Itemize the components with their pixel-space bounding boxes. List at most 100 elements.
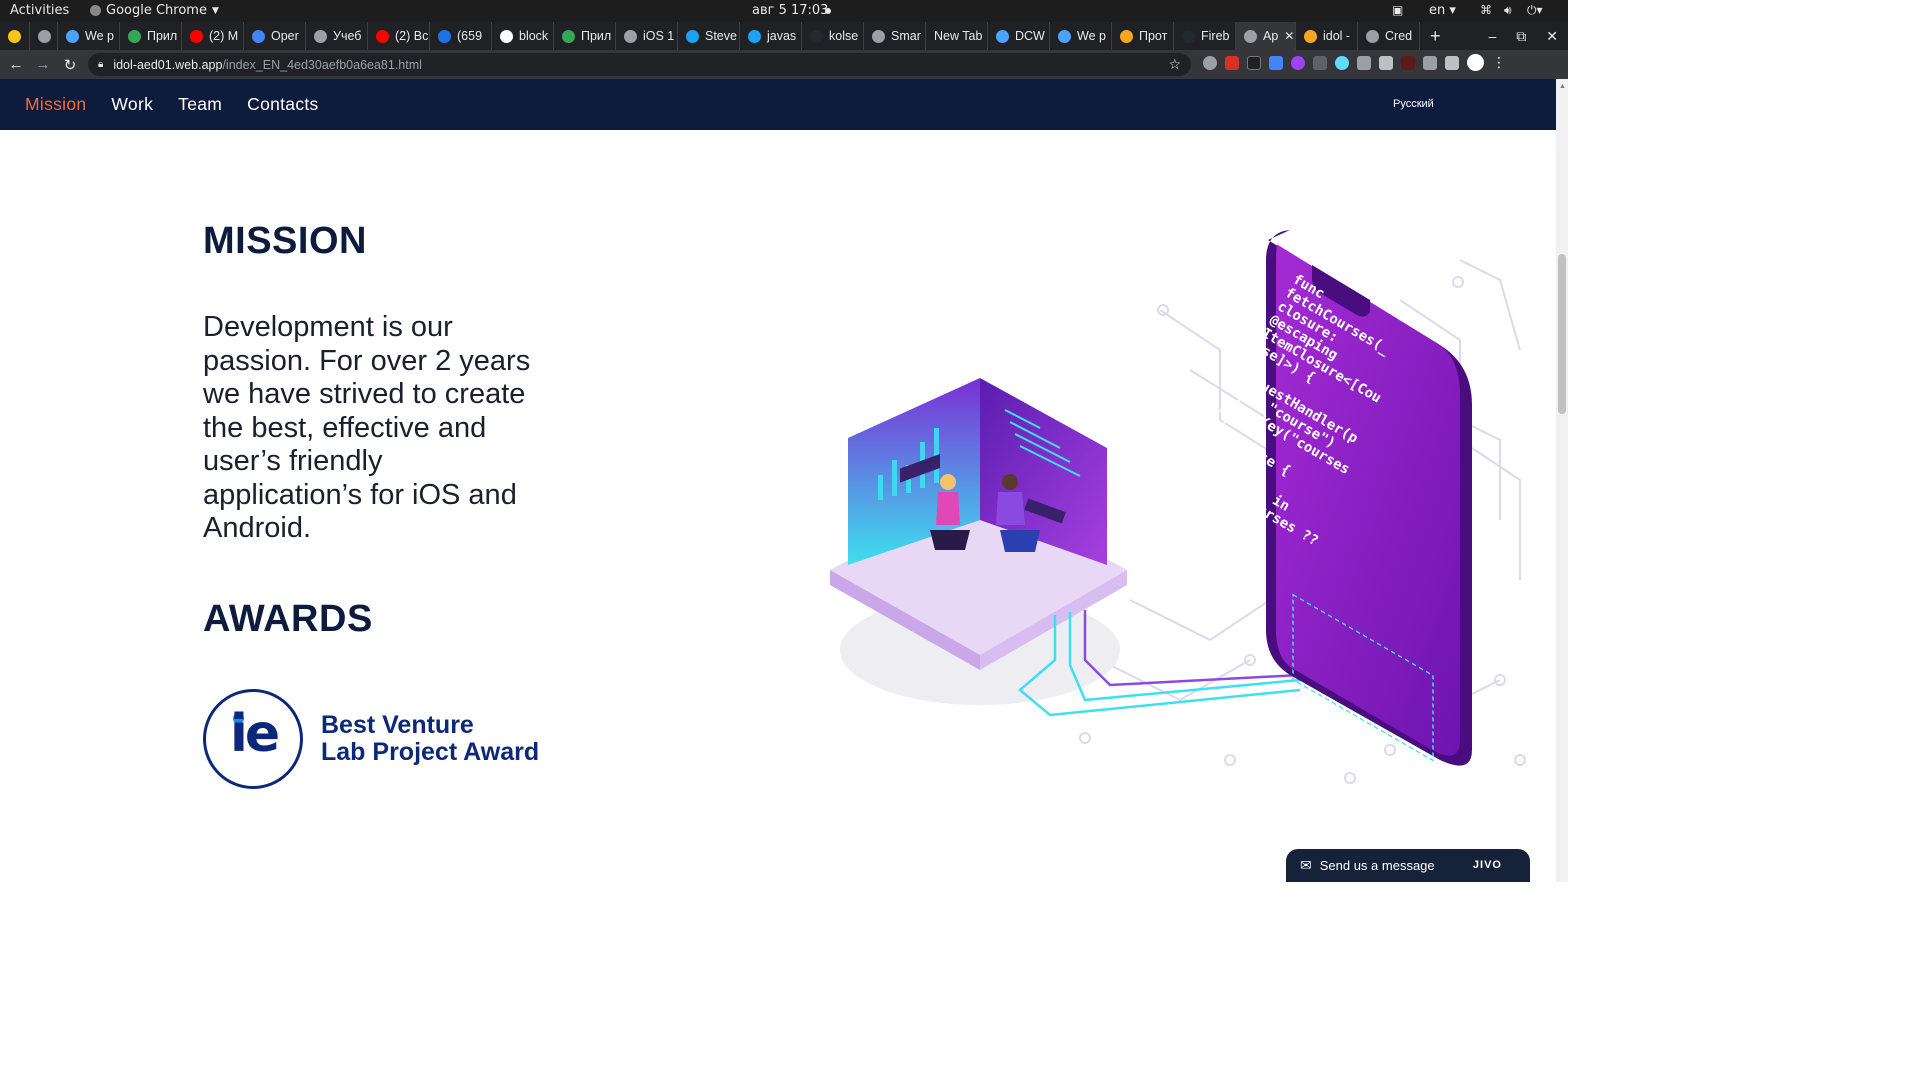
browser-tab[interactable]: (2) M (182, 22, 244, 50)
language-label: en (1429, 3, 1446, 18)
browser-tab[interactable] (30, 22, 58, 50)
tab-strip: We p Прил (2) M Oper Учеб (2) Bc (659 block Прил… (0, 22, 1568, 50)
menu-kebab-icon[interactable]: ⋮ (1492, 54, 1506, 71)
adblock-icon[interactable] (1225, 55, 1239, 70)
extension-card-icon[interactable] (1357, 55, 1371, 70)
tab-label: DCW (1015, 29, 1045, 43)
tab-favicon-icon (38, 29, 51, 43)
url-host: idol-aed01.web.app (113, 57, 223, 72)
site-nav-links: Mission Work Team Contacts (25, 94, 344, 115)
tab-label: Прил (581, 29, 612, 43)
tab-label: iOS 1 (643, 29, 675, 43)
shield-icon[interactable] (1313, 55, 1327, 70)
back-arrow-icon[interactable]: ← (5, 56, 27, 73)
tab-label: Fireb (1201, 29, 1230, 43)
language-indicator[interactable]: en ▾ (1429, 3, 1456, 18)
tab-favicon-icon (1366, 29, 1379, 43)
tab-favicon-icon (562, 29, 575, 43)
browser-tab[interactable]: We p (58, 22, 120, 50)
nav-link-contacts[interactable]: Contacts (247, 94, 318, 115)
tab-label: (2) M (209, 29, 239, 43)
browser-tab[interactable]: (2) Bc (368, 22, 430, 50)
nav-link-mission[interactable]: Mission (25, 94, 86, 115)
browser-tab[interactable]: idol - (1296, 22, 1358, 50)
extensions-area: ⋮ (1203, 54, 1506, 71)
award-title: Best Venture Lab Project Award (321, 712, 539, 766)
chrome-icon (90, 5, 101, 16)
tab-label: Прил (147, 29, 178, 43)
browser-tab[interactable]: DCW (988, 22, 1050, 50)
browser-tab[interactable]: New Tab (926, 22, 988, 50)
nav-link-work[interactable]: Work (111, 94, 153, 115)
browser-tab[interactable]: Прот (1112, 22, 1174, 50)
tab-label: idol - (1323, 29, 1351, 43)
tab-label: javas (767, 29, 797, 43)
browser-tab[interactable]: Ap ✕ (1236, 22, 1296, 50)
extension-speed-icon[interactable] (1203, 55, 1217, 70)
tab-label: block (519, 29, 549, 43)
translate-icon[interactable] (1269, 55, 1283, 70)
app-menu[interactable]: Google Chrome ▼ (90, 3, 219, 18)
browser-toolbar: ← → ↻ 🔒︎ idol-aed01.web.app/index_EN_4ed… (0, 50, 1568, 79)
tab-label: We p (85, 29, 114, 43)
screen-icon[interactable]: ▣ (1392, 3, 1403, 17)
tab-favicon-icon (128, 29, 141, 43)
tab-label: (659 (457, 29, 483, 43)
chat-widget-button[interactable]: ✉ Send us a message JIVO (1286, 849, 1530, 882)
reload-icon[interactable]: ↻ (59, 56, 81, 74)
tab-favicon-icon (8, 29, 21, 43)
power-icon[interactable]: ⏻▾ (1527, 3, 1543, 18)
network-icon[interactable]: ⌘ (1480, 3, 1492, 17)
browser-tab[interactable]: Прил (120, 22, 182, 50)
browser-tab[interactable]: block (492, 22, 554, 50)
tab-favicon-icon (1304, 29, 1317, 43)
browser-tab[interactable]: (659 (430, 22, 492, 50)
new-tab-plus-icon[interactable]: + (1430, 26, 1441, 47)
bookmark-star-icon[interactable]: ☆ (1168, 56, 1181, 73)
tab-favicon-icon (1120, 29, 1133, 43)
extension-circle-icon[interactable] (1291, 55, 1305, 70)
tab-label: Cred (1385, 29, 1413, 43)
tab-favicon-icon (438, 29, 451, 43)
award-title-line-1: Best Venture (321, 711, 474, 739)
tab-label: Прот (1139, 29, 1168, 43)
close-window-icon[interactable]: ✕ (1546, 28, 1558, 45)
language-switch-link[interactable]: Русский (1393, 98, 1434, 110)
browser-tab[interactable]: javas (740, 22, 802, 50)
activities-button[interactable]: Activities (10, 3, 69, 18)
browser-tab[interactable]: We p (1050, 22, 1112, 50)
restore-icon[interactable]: ⧉ (1516, 28, 1526, 45)
browser-tab[interactable]: Oper (244, 22, 306, 50)
browser-tab[interactable]: Smar (864, 22, 926, 50)
scroll-up-icon[interactable]: ▲ (1559, 83, 1566, 90)
tab-favicon-icon (872, 29, 885, 43)
tab-favicon-icon (190, 29, 203, 43)
puzzle-icon[interactable] (1445, 55, 1459, 70)
tab-label: Ap (1263, 29, 1279, 43)
browser-tab[interactable]: Fireb (1174, 22, 1236, 50)
lock-icon[interactable]: 🔒︎ (98, 59, 103, 70)
nav-link-team[interactable]: Team (178, 94, 222, 115)
extension-s-icon[interactable] (1379, 55, 1393, 70)
browser-tab[interactable]: Steve (678, 22, 740, 50)
address-bar[interactable]: 🔒︎ idol-aed01.web.app/index_EN_4ed30aefb… (88, 53, 1191, 76)
browser-tab[interactable]: iOS 1 (616, 22, 678, 50)
extension-bird-icon[interactable] (1247, 55, 1261, 70)
vue-devtools-icon[interactable] (1423, 55, 1437, 70)
tab-favicon-icon (624, 29, 637, 43)
browser-tab[interactable]: Учеб (306, 22, 368, 50)
react-devtools-icon[interactable] (1335, 55, 1349, 70)
profile-avatar[interactable] (1467, 54, 1484, 71)
browser-tab[interactable]: Прил (554, 22, 616, 50)
url-path: /index_EN_4ed30aefb0a6ea81.html (222, 57, 422, 72)
window-controls: – ⧉ ✕ (1488, 22, 1558, 50)
browser-tab[interactable] (0, 22, 30, 50)
close-tab-icon[interactable]: ✕ (1284, 29, 1294, 43)
browser-tab[interactable]: kolse (802, 22, 864, 50)
browser-tab[interactable]: Cred (1358, 22, 1420, 50)
clock[interactable]: авг 5 17:03 (752, 3, 828, 18)
volume-icon[interactable]: 🔊︎ (1504, 3, 1512, 18)
minimize-icon[interactable]: – (1488, 28, 1496, 44)
extension-red-icon[interactable] (1401, 55, 1415, 70)
forward-arrow-icon[interactable]: → (32, 56, 54, 73)
